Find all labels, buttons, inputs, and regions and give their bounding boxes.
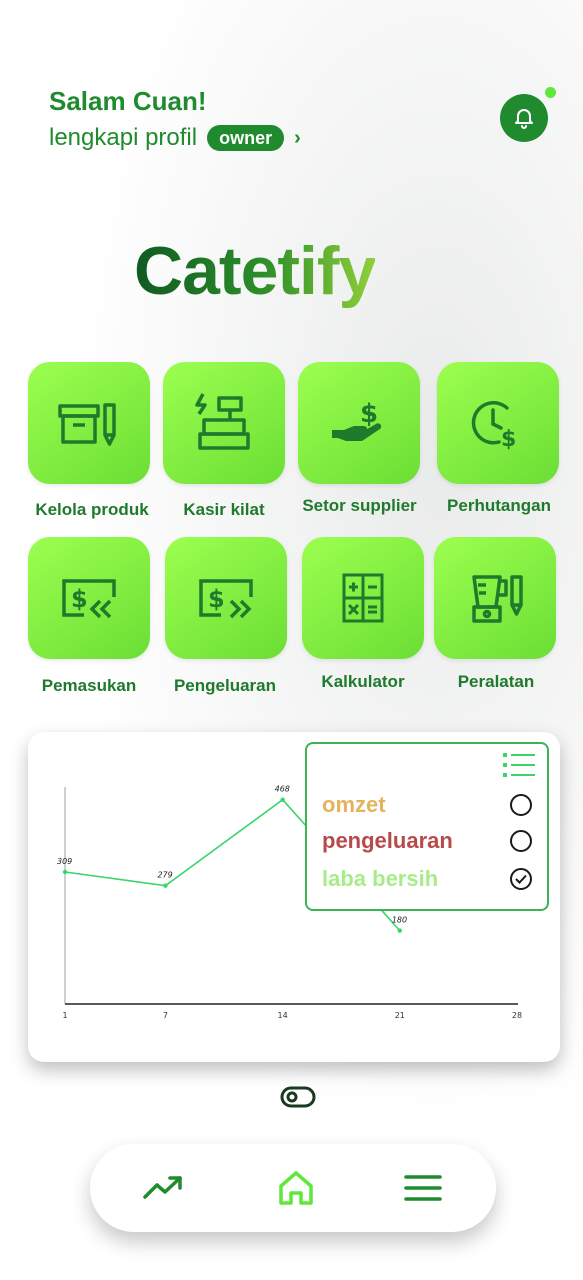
legend-pengeluaran: pengeluaran: [322, 828, 453, 853]
notification-dot: [545, 87, 556, 98]
clock-dollar-icon: $: [471, 401, 516, 452]
legend-omzet: omzet: [322, 792, 386, 817]
svg-text:$: $: [208, 585, 225, 613]
label-peralatan: Peralatan: [457, 672, 535, 691]
role-badge: owner: [207, 125, 285, 151]
calculator-icon: [342, 573, 384, 623]
hand-money-icon: $: [332, 399, 382, 441]
tile-pemasukan[interactable]: $: [28, 537, 150, 659]
data-label: 309: [57, 857, 72, 866]
label-kasir-kilat: Kasir kilat: [183, 500, 265, 519]
nav-stats-button[interactable]: [143, 1168, 183, 1208]
money-out-icon: $: [199, 579, 253, 619]
x-tick-label: 14: [278, 1011, 288, 1020]
tile-kelola-produk[interactable]: [28, 362, 150, 484]
trending-up-icon: [143, 1176, 182, 1199]
label-pemasukan: Pemasukan: [41, 676, 137, 695]
profile-prompt: lengkapi profil: [49, 124, 198, 151]
bell-icon: [515, 109, 533, 129]
data-label: 180: [392, 916, 407, 925]
nav-menu-button[interactable]: [403, 1168, 443, 1208]
data-label: 468: [275, 785, 290, 794]
chevron-right-icon: ›: [294, 126, 301, 149]
tile-setor-supplier[interactable]: $: [298, 362, 420, 484]
money-in-icon: $: [62, 579, 116, 619]
blender-icon: [472, 575, 523, 623]
label-perhutangan: Perhutangan: [447, 496, 551, 515]
tile-kalkulator[interactable]: [302, 537, 424, 659]
data-point[interactable]: [280, 797, 285, 802]
legend-laba-bersih: laba bersih: [322, 866, 439, 891]
x-tick-label: 28: [512, 1011, 522, 1020]
x-tick-label: 1: [62, 1011, 67, 1020]
check-icon: [515, 874, 527, 884]
nav-home-button[interactable]: [276, 1168, 316, 1208]
x-tick-label: 21: [395, 1011, 405, 1020]
tile-peralatan[interactable]: [434, 537, 556, 659]
home-icon: [279, 1171, 313, 1205]
tile-kasir-kilat[interactable]: [163, 362, 285, 484]
complete-profile-link[interactable]: lengkapi profil owner ›: [49, 124, 301, 152]
logo-text: Catetify: [134, 233, 376, 309]
hamburger-menu-icon: [404, 1175, 442, 1201]
x-tick-label: 7: [163, 1011, 168, 1020]
notification-button[interactable]: [500, 94, 548, 142]
label-pengeluaran: Pengeluaran: [173, 676, 277, 695]
cash-register-icon: [195, 393, 250, 450]
svg-text:$: $: [501, 427, 516, 452]
tile-perhutangan[interactable]: $: [437, 362, 559, 484]
toggle-switch[interactable]: [280, 1085, 316, 1109]
data-point[interactable]: [163, 883, 168, 888]
app-logo: Catetify: [134, 232, 376, 310]
tile-pengeluaran[interactable]: $: [165, 537, 287, 659]
chart-filter-panel: omzet pengeluaran laba bersih: [305, 742, 549, 911]
data-point[interactable]: [62, 869, 68, 875]
radio-omzet[interactable]: [510, 794, 532, 816]
data-point[interactable]: [397, 928, 403, 933]
greeting-title: Salam Cuan!: [49, 86, 207, 116]
label-kalkulator: Kalkulator: [321, 672, 405, 691]
box-pencil-icon: [58, 403, 116, 446]
label-setor-supplier: Setor supplier: [302, 496, 417, 515]
svg-text:$: $: [71, 585, 88, 613]
data-label: 279: [157, 871, 172, 880]
radio-laba-bersih[interactable]: [510, 868, 532, 890]
label-kelola-produk: Kelola produk: [35, 500, 149, 519]
radio-pengeluaran[interactable]: [510, 830, 532, 852]
list-icon[interactable]: [503, 752, 537, 778]
